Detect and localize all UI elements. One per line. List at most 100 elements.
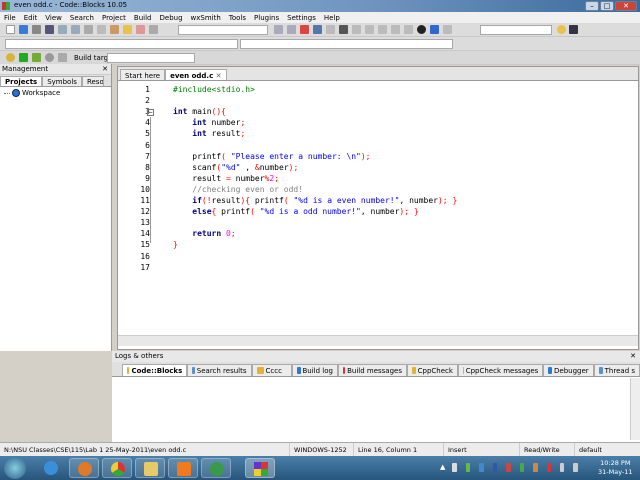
volume-icon[interactable] bbox=[573, 463, 578, 472]
step-icon[interactable] bbox=[404, 25, 413, 34]
tab-projects[interactable]: Projects bbox=[0, 76, 43, 86]
highlight-icon[interactable] bbox=[300, 25, 309, 34]
tray-icon[interactable] bbox=[519, 463, 525, 472]
start-button[interactable] bbox=[4, 457, 26, 479]
menu-tools[interactable]: Tools bbox=[229, 14, 246, 22]
tray-icon[interactable] bbox=[452, 463, 457, 472]
debug-windows-icon[interactable] bbox=[430, 25, 439, 34]
tree-item-workspace[interactable]: Workspace bbox=[0, 87, 111, 99]
match-case-icon[interactable] bbox=[313, 25, 322, 34]
menu-plugins[interactable]: Plugins bbox=[254, 14, 279, 22]
internet-explorer-icon[interactable] bbox=[36, 458, 66, 478]
tray-expand-icon[interactable]: ▲ bbox=[440, 463, 445, 473]
jump-icon[interactable] bbox=[149, 25, 158, 34]
copy-icon[interactable] bbox=[97, 25, 106, 34]
build-target-select[interactable] bbox=[107, 53, 195, 63]
code-editor[interactable]: 1 #include<stdio.h> 2 3 int main(){4 int num… bbox=[118, 83, 638, 335]
open-icon[interactable] bbox=[19, 25, 28, 34]
search-icon[interactable] bbox=[557, 25, 566, 34]
log-tab-build-messages[interactable]: Build messages bbox=[337, 364, 407, 376]
clock[interactable]: 10:28 PM 31-May-11 bbox=[598, 459, 633, 477]
media-player-icon[interactable] bbox=[168, 458, 198, 478]
regex-icon[interactable] bbox=[326, 25, 335, 34]
tab-symbols[interactable]: Symbols bbox=[42, 76, 82, 86]
next-instruction-icon[interactable] bbox=[391, 25, 400, 34]
menu-help[interactable]: Help bbox=[324, 14, 340, 22]
log-tab-thread-s[interactable]: Thread s bbox=[593, 364, 640, 376]
function-combo[interactable] bbox=[240, 39, 453, 49]
build-run-icon[interactable] bbox=[32, 53, 41, 62]
redo-icon[interactable] bbox=[71, 25, 80, 34]
log-tab-cppcheck[interactable]: CppCheck bbox=[407, 364, 458, 376]
menu-debug[interactable]: Debug bbox=[160, 14, 183, 22]
log-tab-code-blocks[interactable]: Code::Blocks bbox=[122, 364, 188, 376]
network-icon[interactable] bbox=[560, 463, 565, 472]
next-line-icon[interactable] bbox=[352, 25, 361, 34]
save-icon[interactable] bbox=[32, 25, 41, 34]
code-token: if bbox=[192, 196, 202, 205]
log-tab-build-log[interactable]: Build log bbox=[291, 364, 338, 376]
close-management-button[interactable]: ✕ bbox=[102, 64, 108, 75]
explorer-icon[interactable] bbox=[135, 458, 165, 478]
replace-icon[interactable] bbox=[136, 25, 145, 34]
tray-icon[interactable] bbox=[533, 463, 538, 472]
menu-view[interactable]: View bbox=[45, 14, 62, 22]
tray-icon[interactable] bbox=[506, 463, 511, 472]
close-button[interactable]: ✕ bbox=[615, 1, 637, 11]
run-to-cursor-icon[interactable] bbox=[339, 25, 348, 34]
horizontal-scrollbar[interactable] bbox=[118, 335, 638, 346]
menu-wxsmith[interactable]: wxSmith bbox=[191, 14, 221, 22]
new-file-icon[interactable] bbox=[6, 25, 15, 34]
menu-file[interactable]: File bbox=[4, 14, 16, 22]
rebuild-icon[interactable] bbox=[45, 53, 54, 62]
paste-icon[interactable] bbox=[110, 25, 119, 34]
info-icon[interactable] bbox=[443, 25, 452, 34]
step-into-icon[interactable] bbox=[365, 25, 374, 34]
tray-icon[interactable] bbox=[492, 463, 498, 472]
code-token: int bbox=[192, 129, 207, 139]
log-tab-cppcheck-messages[interactable]: CppCheck messages bbox=[457, 364, 544, 376]
menu-build[interactable]: Build bbox=[134, 14, 152, 22]
find-icon[interactable] bbox=[123, 25, 132, 34]
menu-settings[interactable]: Settings bbox=[287, 14, 316, 22]
stop-debugger-icon[interactable] bbox=[417, 25, 426, 34]
run-icon[interactable] bbox=[19, 53, 28, 62]
build-icon[interactable] bbox=[6, 53, 15, 62]
tab-resources[interactable]: Resources bbox=[81, 76, 104, 86]
forward-icon[interactable] bbox=[287, 25, 296, 34]
log-tab-debugger[interactable]: Debugger bbox=[543, 364, 594, 376]
tab-close-icon[interactable]: ✕ bbox=[216, 72, 222, 80]
tray-icon[interactable] bbox=[465, 463, 471, 472]
save-all-icon[interactable] bbox=[45, 25, 54, 34]
logs-header: Logs & others ✕ bbox=[112, 351, 640, 362]
close-logs-button[interactable]: ✕ bbox=[630, 351, 636, 362]
codeblocks-taskbar-icon[interactable] bbox=[245, 458, 275, 478]
abort-icon[interactable] bbox=[58, 53, 67, 62]
minimize-button[interactable]: – bbox=[585, 1, 599, 11]
log-tab-search-results[interactable]: Search results bbox=[187, 364, 252, 376]
tray-icon[interactable] bbox=[546, 463, 552, 472]
download-manager-icon[interactable] bbox=[201, 458, 231, 478]
log-tab-cccc[interactable]: Cccc bbox=[251, 364, 292, 376]
tab-start-here[interactable]: Start here bbox=[120, 69, 166, 80]
cut-icon[interactable] bbox=[84, 25, 93, 34]
scope-combo[interactable] bbox=[5, 39, 238, 49]
tab-even-odd-c[interactable]: even odd.c ✕ bbox=[165, 69, 227, 80]
maximize-button[interactable]: □ bbox=[600, 1, 614, 11]
jump-combo[interactable] bbox=[178, 25, 268, 35]
menu-project[interactable]: Project bbox=[102, 14, 126, 22]
step-out-icon[interactable] bbox=[378, 25, 387, 34]
search-combo[interactable] bbox=[480, 25, 552, 35]
back-icon[interactable] bbox=[274, 25, 283, 34]
wrench-icon[interactable] bbox=[569, 25, 578, 34]
code-token: ); bbox=[360, 151, 371, 161]
menu-edit[interactable]: Edit bbox=[24, 14, 38, 22]
firefox-icon[interactable] bbox=[69, 458, 99, 478]
menu-search[interactable]: Search bbox=[70, 14, 94, 22]
logs-scrollbar[interactable] bbox=[630, 378, 640, 440]
undo-icon[interactable] bbox=[58, 25, 67, 34]
chrome-icon[interactable] bbox=[102, 458, 132, 478]
fold-toggle-icon[interactable]: − bbox=[147, 109, 154, 116]
tray-icon[interactable] bbox=[479, 463, 484, 472]
